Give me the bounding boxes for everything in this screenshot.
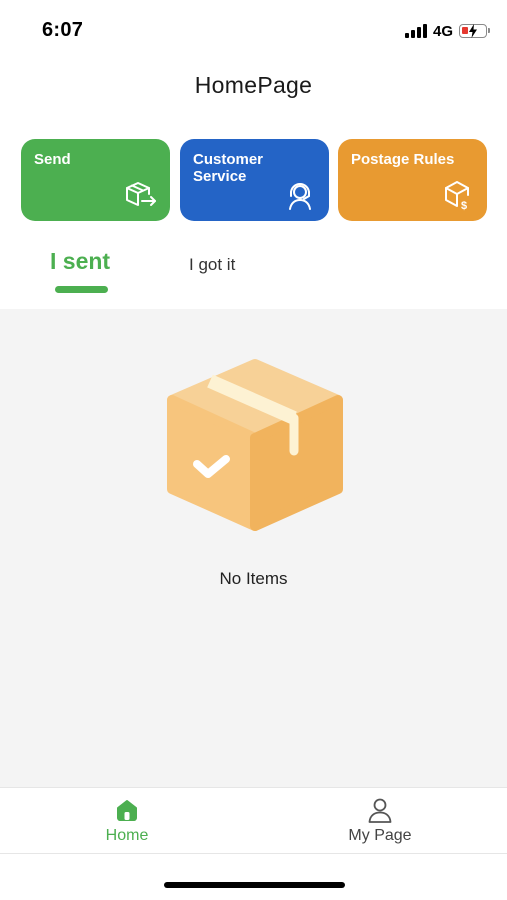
network-type: 4G — [432, 22, 453, 40]
home-indicator — [164, 882, 345, 888]
postage-rules-label: Postage Rules — [351, 151, 455, 168]
postage-rules-button[interactable]: Postage Rules $ — [338, 139, 487, 221]
shipment-list: No Items — [0, 309, 507, 787]
box-send-icon — [126, 182, 156, 206]
status-indicators: 4G — [404, 22, 490, 40]
page-title: HomePage — [194, 72, 313, 98]
box-dollar-icon: $ — [445, 181, 469, 212]
nav-home-label: Home — [105, 827, 149, 844]
svg-text:$: $ — [461, 200, 467, 212]
nav-my-page-label: My Page — [348, 827, 412, 844]
home-icon — [117, 800, 137, 821]
parcel-box-icon — [167, 359, 343, 531]
tab-i-got-it[interactable]: I got it — [189, 255, 235, 275]
status-bar: 6:07 4G — [0, 0, 507, 62]
user-icon — [368, 798, 392, 823]
send-label: Send — [34, 151, 71, 168]
app-screen: 6:07 4G HomePage Send Customer Service P… — [0, 0, 507, 900]
tab-i-sent[interactable]: I sent — [50, 248, 110, 275]
status-time: 6:07 — [42, 19, 84, 41]
battery-icon — [459, 24, 490, 38]
tab-bar: I sent I got it — [0, 240, 507, 308]
nav-home[interactable]: Home — [47, 796, 207, 852]
action-cards: Send Customer Service Postage Rules $ — [21, 139, 487, 221]
cellular-signal-icon — [404, 24, 427, 38]
bottom-navigation: Home My Page — [0, 787, 507, 854]
nav-my-page[interactable]: My Page — [300, 796, 460, 852]
customer-service-button[interactable]: Customer Service — [180, 139, 329, 221]
empty-state-text: No Items — [219, 569, 288, 588]
headset-agent-icon — [289, 183, 311, 210]
active-tab-indicator — [55, 286, 108, 293]
send-button[interactable]: Send — [21, 139, 170, 221]
